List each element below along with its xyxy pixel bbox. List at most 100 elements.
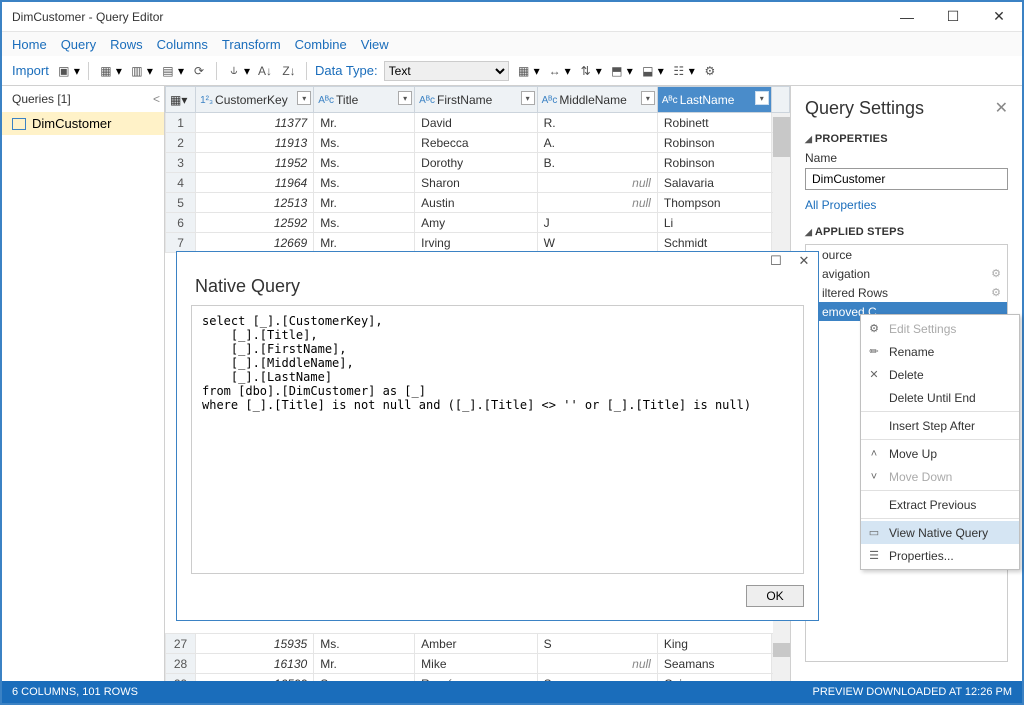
split-button[interactable]: ⫝▾ — [225, 62, 250, 80]
table-row[interactable]: 311952Ms.DorothyB.Robinson — [166, 153, 790, 173]
cell[interactable]: Mike — [415, 654, 537, 674]
cell[interactable]: Amy — [415, 213, 537, 233]
table-row[interactable]: 712669Mr.IrvingWSchmidt — [166, 233, 790, 253]
native-query-sql[interactable]: select [_].[CustomerKey], [_].[Title], [… — [191, 305, 804, 574]
cell[interactable]: Mr. — [314, 113, 415, 133]
cell[interactable]: David — [415, 113, 537, 133]
cell[interactable]: 11952 — [196, 153, 314, 173]
menu-item-rename[interactable]: ✏Rename — [861, 340, 1019, 363]
grid-corner[interactable]: ▦▾ — [166, 87, 196, 113]
applied-steps-header[interactable]: APPLIED STEPS — [805, 226, 1008, 238]
table-row[interactable]: 2816130Mr.MikenullSeamans — [166, 654, 790, 674]
append-button[interactable]: ⬓▾ — [639, 62, 664, 80]
cell[interactable]: King — [657, 634, 771, 654]
row-number[interactable]: 29 — [166, 674, 196, 682]
menu-query[interactable]: Query — [61, 37, 96, 52]
chevron-down-icon[interactable]: ▾ — [755, 91, 769, 105]
menu-item-extract-previous[interactable]: Extract Previous — [861, 493, 1019, 516]
cell[interactable]: Ms. — [314, 634, 415, 654]
cell[interactable]: Li — [657, 213, 771, 233]
col-lastname[interactable]: AᴮᴄLastName▾ — [657, 87, 771, 113]
table-row[interactable]: 111377Mr.DavidR.Robinett — [166, 113, 790, 133]
cell[interactable]: Mr. — [314, 233, 415, 253]
cell[interactable]: W — [537, 233, 657, 253]
properties-header[interactable]: PROPERTIES — [805, 133, 1008, 145]
cell[interactable]: 11913 — [196, 133, 314, 153]
table-button[interactable]: ▦▾ — [97, 62, 122, 80]
cell[interactable]: Irving — [415, 233, 537, 253]
step-source[interactable]: ource — [806, 245, 1007, 264]
cell[interactable]: 16130 — [196, 654, 314, 674]
cell[interactable]: Austin — [415, 193, 537, 213]
cell[interactable]: S — [537, 674, 657, 682]
col-customerkey[interactable]: 1²₃CustomerKey▾ — [196, 87, 314, 113]
cell[interactable]: 16599 — [196, 674, 314, 682]
row-number[interactable]: 7 — [166, 233, 196, 253]
menu-item-insert-step-after[interactable]: Insert Step After — [861, 414, 1019, 437]
cell[interactable]: Robinett — [657, 113, 771, 133]
cell[interactable]: Sharon — [415, 173, 537, 193]
query-item-dimcustomer[interactable]: DimCustomer — [2, 112, 164, 135]
cell[interactable]: 15935 — [196, 634, 314, 654]
table-row[interactable]: 612592Ms.AmyJLi — [166, 213, 790, 233]
cell[interactable]: R. — [537, 113, 657, 133]
cell[interactable]: null — [537, 173, 657, 193]
cell[interactable]: Robinson — [657, 153, 771, 173]
col-title[interactable]: AᴮᴄTitle▾ — [314, 87, 415, 113]
cell[interactable]: 11377 — [196, 113, 314, 133]
fill-button[interactable]: ⇅▾ — [577, 62, 602, 80]
cell[interactable]: Cai — [657, 674, 771, 682]
table-row[interactable]: 512513Mr.AustinnullThompson — [166, 193, 790, 213]
row-number[interactable]: 6 — [166, 213, 196, 233]
cell[interactable]: B. — [537, 153, 657, 173]
cell[interactable]: null — [537, 193, 657, 213]
cell[interactable]: Ms. — [314, 153, 415, 173]
table-row[interactable]: 2916599Sr.RamónSCai — [166, 674, 790, 682]
close-icon[interactable]: ✕ — [995, 98, 1008, 119]
cell[interactable]: Robinson — [657, 133, 771, 153]
table-row[interactable]: 211913Ms.RebeccaA.Robinson — [166, 133, 790, 153]
menu-home[interactable]: Home — [12, 37, 47, 52]
step-filtered-rows[interactable]: iltered Rows⚙ — [806, 283, 1007, 302]
menu-item-move-up[interactable]: ˄Move Up — [861, 442, 1019, 465]
cell[interactable]: 12592 — [196, 213, 314, 233]
cell[interactable]: null — [537, 654, 657, 674]
row-number[interactable]: 4 — [166, 173, 196, 193]
cell[interactable]: Schmidt — [657, 233, 771, 253]
datatype-select[interactable]: Text — [384, 61, 509, 81]
chevron-down-icon[interactable]: ▾ — [398, 91, 412, 105]
menu-columns[interactable]: Columns — [157, 37, 208, 52]
gear-icon[interactable]: ⚙ — [991, 286, 1001, 299]
choosecolumns-button[interactable]: ▥▾ — [128, 62, 153, 80]
row-number[interactable]: 2 — [166, 133, 196, 153]
minimize-button[interactable]: — — [884, 2, 930, 32]
menu-item-delete[interactable]: ✕Delete — [861, 363, 1019, 386]
row-number[interactable]: 28 — [166, 654, 196, 674]
replace-button[interactable]: ↔▾ — [546, 62, 571, 80]
table-row[interactable]: 2715935Ms.AmberSKing — [166, 634, 790, 654]
groupby-button[interactable]: ▦▾ — [515, 62, 540, 80]
step-navigation[interactable]: avigation⚙ — [806, 264, 1007, 283]
row-number[interactable]: 5 — [166, 193, 196, 213]
sortasc-button[interactable]: A↓ — [256, 62, 274, 80]
row-number[interactable]: 27 — [166, 634, 196, 654]
all-properties-link[interactable]: All Properties — [805, 198, 1008, 212]
col-middlename[interactable]: AᴮᴄMiddleName▾ — [537, 87, 657, 113]
dialog-maximize-button[interactable]: ☐ — [766, 253, 786, 269]
cell[interactable]: Salavaria — [657, 173, 771, 193]
merge-button[interactable]: ⬒▾ — [608, 62, 633, 80]
scrollbar-thumb[interactable] — [773, 117, 790, 157]
cell[interactable]: Sr. — [314, 674, 415, 682]
removerows-button[interactable]: ▤▾ — [159, 62, 184, 80]
chevron-down-icon[interactable]: ▾ — [297, 91, 311, 105]
cell[interactable]: Amber — [415, 634, 537, 654]
cell[interactable]: Seamans — [657, 654, 771, 674]
cell[interactable]: Ms. — [314, 173, 415, 193]
cell[interactable]: Thompson — [657, 193, 771, 213]
cell[interactable]: Ms. — [314, 133, 415, 153]
dialog-close-button[interactable]: ✕ — [794, 253, 814, 269]
cell[interactable]: Mr. — [314, 193, 415, 213]
data-grid[interactable]: ▦▾ 1²₃CustomerKey▾ AᴮᴄTitle▾ AᴮᴄFirstNam… — [165, 86, 790, 253]
cell[interactable]: 12513 — [196, 193, 314, 213]
cell[interactable]: J — [537, 213, 657, 233]
